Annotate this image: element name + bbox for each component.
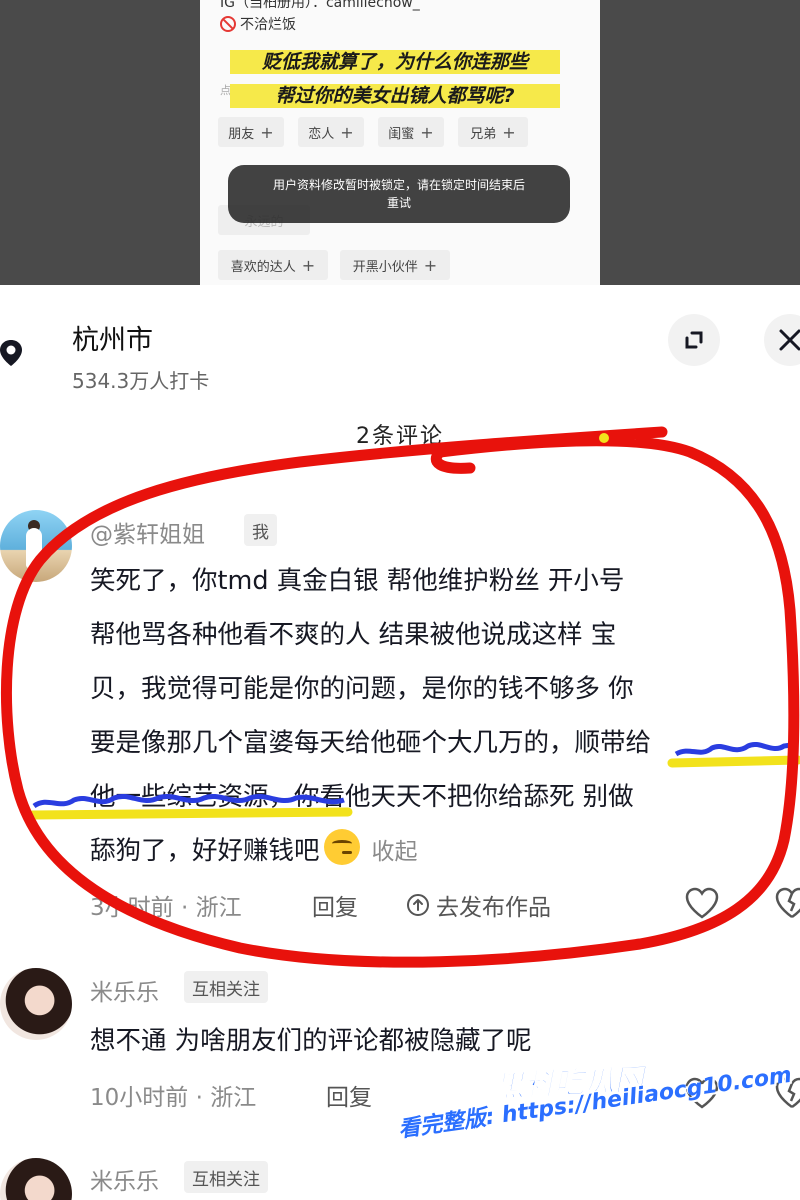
toast-line-2: 重试 <box>386 196 411 210</box>
expand-button[interactable] <box>668 314 720 366</box>
mutual-follow-badge: 互相关注 <box>184 1161 268 1193</box>
yellow-highlight-stroke <box>667 755 800 768</box>
comment-line-5: 他一些综艺资源，你看他天天不把你给舔死 别做 <box>90 782 634 812</box>
comment-meta: 3小时前 · 浙江 <box>90 895 242 921</box>
prohibited-icon <box>220 16 236 32</box>
embedded-profile-screenshot: IG（当桕册用）：camillechow_ 不洽烂饭 点击 贬低我就算了，为什么… <box>200 0 600 285</box>
avatar-figure-body <box>26 528 42 568</box>
comment-username[interactable]: @紫轩姐姐 <box>90 515 205 549</box>
relation-chip-brother[interactable]: 兄弟 + <box>458 117 528 147</box>
relation-chip-favorite-creator[interactable]: 喜欢的达人 + <box>218 250 328 280</box>
self-badge: 我 <box>244 514 277 546</box>
chip-label: 兄弟 <box>470 126 497 142</box>
upload-circle-icon <box>407 894 429 916</box>
collapse-link[interactable]: 收起 <box>372 839 418 865</box>
comment-username[interactable]: 米乐乐 <box>90 973 159 1007</box>
comment-username[interactable]: 米乐乐 <box>90 1162 159 1196</box>
ig-handle-text: IG（当桕册用）：camillechow_ <box>220 0 420 11</box>
blue-scribble-stroke <box>674 741 799 757</box>
like-heart-icon[interactable] <box>684 886 720 920</box>
mutual-follow-badge: 互相关注 <box>184 971 268 1003</box>
chip-label: 恋人 <box>308 126 335 142</box>
bio-text: 不洽烂饭 <box>240 17 296 33</box>
comment-line-1: 笑死了，你tmd 真金白银 帮他维护粉丝 开小号 <box>90 566 625 596</box>
location-pin-icon <box>0 340 22 366</box>
relation-chip-lover[interactable]: 恋人 + <box>298 117 364 147</box>
comment-meta: 10小时前 · 浙江 <box>90 1085 257 1111</box>
comment-line-2: 帮他骂各种他看不爽的人 结果被他说成这样 宝 <box>90 620 617 650</box>
comment-line-6: 舔狗了，好好赚钱吧 收起 <box>90 824 418 879</box>
expand-icon <box>685 331 703 349</box>
plus-icon: + <box>340 122 354 142</box>
publish-work-button[interactable]: 去发布作品 <box>406 888 551 922</box>
toast-line-1: 用户资料修改暂时被锁定，请在锁定时间结束后 <box>272 178 525 192</box>
thinking-emoji-icon <box>323 829 360 865</box>
video-caption-line-1: 贬低我就算了，为什么你连那些 <box>230 50 560 74</box>
chip-label: 朋友 <box>228 126 255 142</box>
plus-icon: + <box>301 255 316 275</box>
avatar[interactable] <box>0 968 72 1040</box>
lock-toast: 用户资料修改暂时被锁定，请在锁定时间结束后 重试 <box>228 165 570 223</box>
relation-chip-bestie[interactable]: 闺蜜 + <box>378 117 444 147</box>
location-checkins: 534.3万人打卡 <box>72 369 210 393</box>
comment-count: 2条评论 <box>356 424 444 449</box>
relation-chip-friend[interactable]: 朋友 + <box>218 117 284 147</box>
chip-label: 闺蜜 <box>388 126 415 142</box>
video-caption-line-2: 帮过你的美女出镜人都骂呢? <box>230 84 560 108</box>
comment-line-3: 贝，我觉得可能是你的问题，是你的钱不够多 你 <box>90 674 634 704</box>
avatar[interactable] <box>0 510 72 582</box>
comment-line-6-text: 舔狗了，好好赚钱吧 <box>90 836 320 866</box>
relation-chip-game-buddy[interactable]: 开黑小伙伴 + <box>340 250 450 280</box>
avatar[interactable] <box>0 1158 72 1200</box>
reply-button[interactable]: 回复 <box>326 1078 372 1112</box>
plus-icon: + <box>423 255 438 275</box>
dislike-broken-heart-icon[interactable] <box>774 886 800 920</box>
chip-label: 喜欢的达人 <box>230 259 296 275</box>
plus-icon: + <box>260 122 274 142</box>
reply-button[interactable]: 回复 <box>312 888 358 922</box>
publish-label: 去发布作品 <box>436 895 551 921</box>
close-button[interactable] <box>764 314 800 366</box>
plus-icon: + <box>420 122 434 142</box>
comment-line-4: 要是像那几个富婆每天给他砸个大几万的，顺带给 <box>90 728 652 758</box>
comment-line-1: 想不通 为啥朋友们的评论都被隐藏了呢 <box>90 1026 532 1056</box>
location-title[interactable]: 杭州市 <box>72 318 153 357</box>
close-icon <box>779 329 800 351</box>
plus-icon: + <box>502 122 516 142</box>
bio-line: 不洽烂饭 <box>220 14 296 34</box>
chip-label: 开黑小伙伴 <box>352 259 418 275</box>
